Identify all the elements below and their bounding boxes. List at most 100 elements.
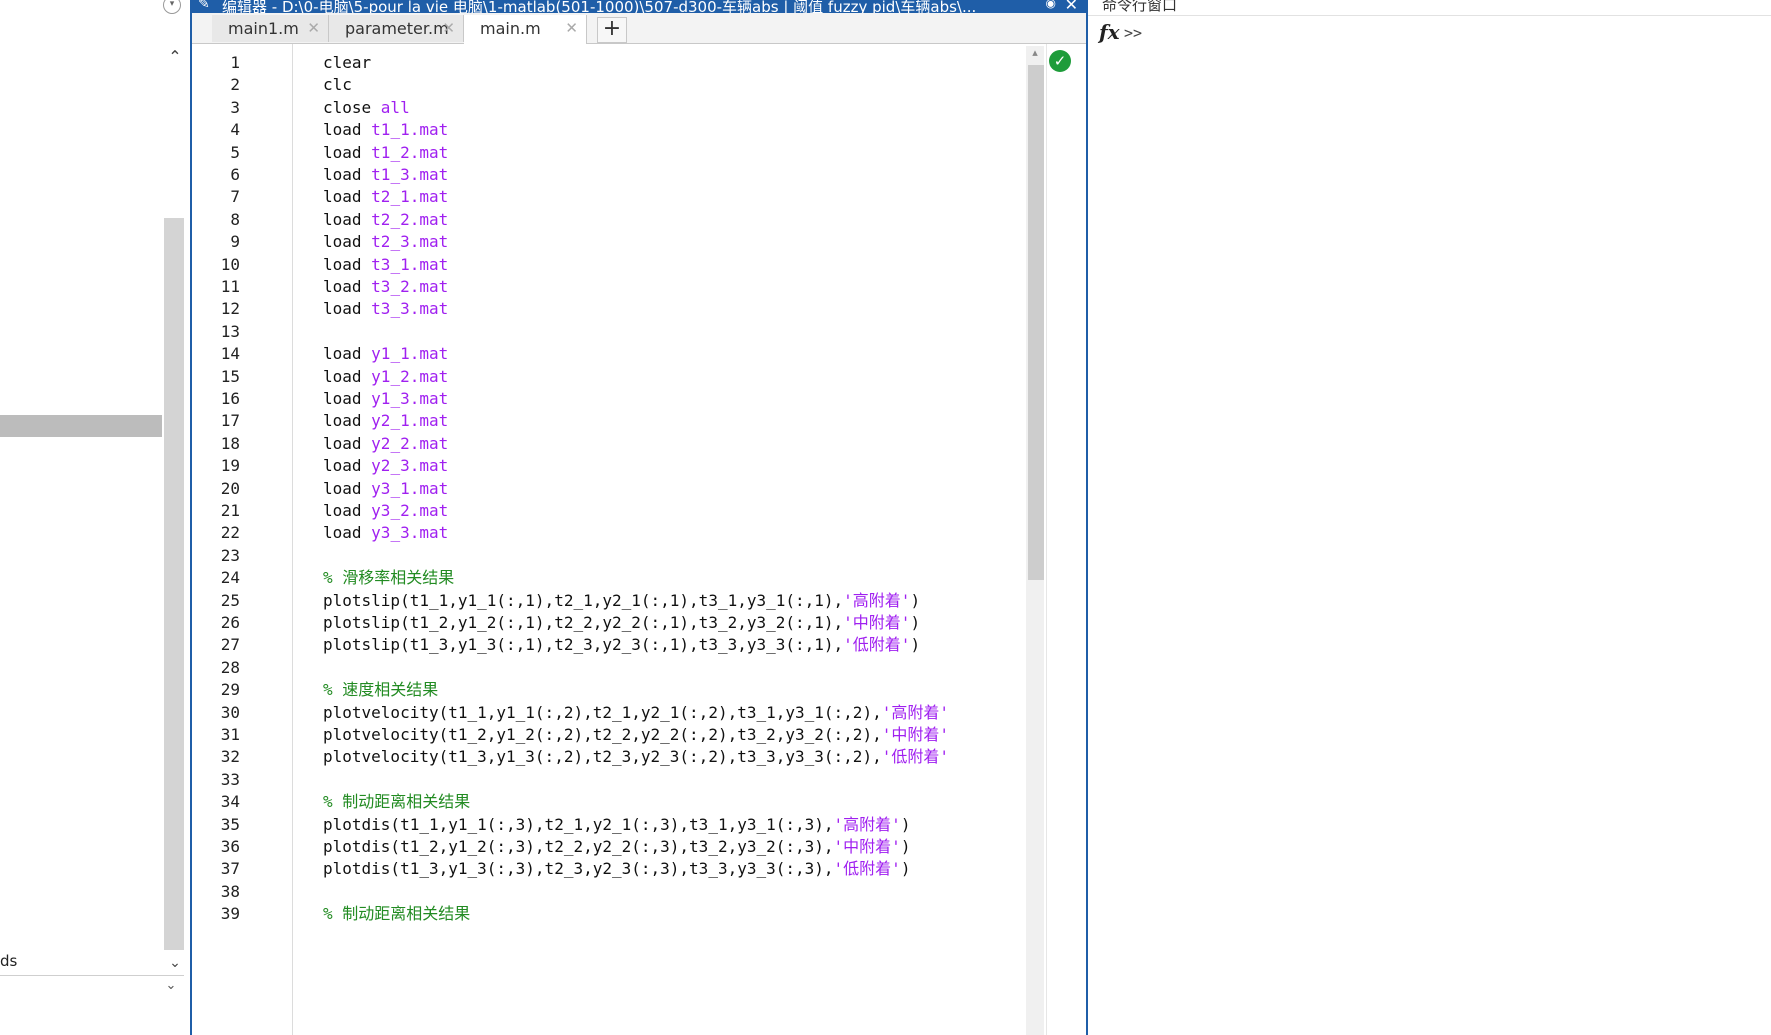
code-line[interactable]: plotdis(t1_1,y1_1(:,3),t2_1,y2_1(:,3),t3… <box>323 812 910 837</box>
tab-close-icon[interactable]: ✕ <box>565 15 578 42</box>
tab-close-icon[interactable]: ✕ <box>307 15 320 42</box>
code-line[interactable]: load t3_2.mat <box>323 274 448 299</box>
code-line[interactable]: load y1_1.mat <box>323 341 448 366</box>
code-line[interactable]: plotslip(t1_2,y1_2(:,1),t2_2,y2_2(:,1),t… <box>323 610 920 635</box>
line-number[interactable]: 13 <box>192 319 240 344</box>
line-number[interactable]: 30 <box>192 700 240 725</box>
line-number[interactable]: 32 <box>192 744 240 769</box>
line-number[interactable]: 39 <box>192 901 240 926</box>
line-number[interactable]: 3 <box>192 95 240 120</box>
line-number[interactable]: 18 <box>192 431 240 456</box>
code-line[interactable]: plotslip(t1_3,y1_3(:,1),t2_3,y2_3(:,1),t… <box>323 632 920 657</box>
line-number[interactable]: 37 <box>192 856 240 881</box>
line-number[interactable]: 8 <box>192 207 240 232</box>
code-line[interactable]: load t1_1.mat <box>323 117 448 142</box>
line-number[interactable]: 6 <box>192 162 240 187</box>
code-line[interactable]: clc <box>323 72 352 97</box>
line-number[interactable]: 9 <box>192 229 240 254</box>
code-line[interactable]: load t2_1.mat <box>323 184 448 209</box>
panel-options-icon[interactable]: ▾ <box>163 0 181 14</box>
code-line[interactable]: load y3_1.mat <box>323 476 448 501</box>
code-line[interactable]: close all <box>323 95 410 120</box>
code-token: load <box>323 344 372 364</box>
line-number[interactable]: 29 <box>192 677 240 702</box>
code-line[interactable]: % 速度相关结果 <box>323 677 438 702</box>
line-number[interactable]: 28 <box>192 655 240 680</box>
code-line[interactable]: load y3_3.mat <box>323 520 448 545</box>
command-prompt[interactable]: >> <box>1124 24 1142 42</box>
code-line[interactable]: load y1_3.mat <box>323 386 448 411</box>
line-number[interactable]: 31 <box>192 722 240 747</box>
line-number[interactable]: 2 <box>192 72 240 97</box>
code-line[interactable]: plotvelocity(t1_2,y1_2(:,2),t2_2,y2_2(:,… <box>323 722 949 747</box>
line-number[interactable]: 36 <box>192 834 240 859</box>
command-window: 命令行窗口 fx >> <box>1088 0 1771 1035</box>
code-line[interactable]: load t3_1.mat <box>323 252 448 277</box>
line-number[interactable]: 22 <box>192 520 240 545</box>
code-line[interactable]: % 滑移率相关结果 <box>323 565 454 590</box>
code-line[interactable]: plotdis(t1_3,y1_3(:,3),t2_3,y2_3(:,3),t3… <box>323 856 910 881</box>
line-number[interactable]: 1 <box>192 50 240 75</box>
code-line[interactable]: clear <box>323 50 371 75</box>
fx-icon[interactable]: fx <box>1099 20 1120 44</box>
line-number[interactable]: 35 <box>192 812 240 837</box>
chevron-down-icon[interactable]: ⌄ <box>162 978 180 998</box>
left-panel-bottom-label: ds <box>0 952 18 970</box>
line-number[interactable]: 26 <box>192 610 240 635</box>
editor-scroll-thumb[interactable] <box>1028 65 1044 580</box>
line-number[interactable]: 21 <box>192 498 240 523</box>
line-number[interactable]: 27 <box>192 632 240 657</box>
code-line[interactable]: load t3_3.mat <box>323 296 448 321</box>
line-number[interactable]: 12 <box>192 296 240 321</box>
line-number[interactable]: 25 <box>192 588 240 613</box>
undock-icon[interactable]: ◉ <box>1046 0 1056 10</box>
line-number[interactable]: 5 <box>192 140 240 165</box>
close-icon[interactable]: ✕ <box>1065 0 1078 13</box>
line-number[interactable]: 33 <box>192 767 240 792</box>
code-line[interactable]: load y3_2.mat <box>323 498 448 523</box>
line-number[interactable]: 38 <box>192 879 240 904</box>
code-line[interactable]: load t2_2.mat <box>323 207 448 232</box>
code-line[interactable]: plotvelocity(t1_1,y1_1(:,2),t2_1,y2_1(:,… <box>323 700 949 725</box>
line-number[interactable]: 34 <box>192 789 240 814</box>
line-number-gutter[interactable]: 1 2 3 4 5 6 7 8 9 10 11 12 13 14 15 16 17 18 19 20 21 22 23 24 2… <box>192 44 293 1035</box>
left-scroll-up-arrow[interactable]: ⌃ <box>164 46 186 68</box>
code-line[interactable]: load y2_1.mat <box>323 408 448 433</box>
editor-scroll-up-arrow[interactable]: ▴ <box>1026 46 1044 62</box>
code-argument: y1_3.mat <box>371 389 449 408</box>
check-icon[interactable]: ✓ <box>1049 50 1071 72</box>
code-line[interactable]: load t1_2.mat <box>323 140 448 165</box>
code-line[interactable]: % 制动距离相关结果 <box>323 901 470 926</box>
tab-parameter[interactable]: parameter.m ✕ <box>329 15 464 42</box>
code-line[interactable]: plotslip(t1_1,y1_1(:,1),t2_1,y2_1(:,1),t… <box>323 588 920 613</box>
tab-main[interactable]: main.m ✕ <box>464 15 587 44</box>
tab-main1[interactable]: main1.m ✕ <box>212 15 329 42</box>
line-number[interactable]: 16 <box>192 386 240 411</box>
code-line[interactable]: load y2_3.mat <box>323 453 448 478</box>
add-tab-button[interactable]: + <box>597 17 627 43</box>
code-line[interactable]: % 制动距离相关结果 <box>323 789 470 814</box>
code-line[interactable]: load y2_2.mat <box>323 431 448 456</box>
left-scroll-down-arrow[interactable]: ⌄ <box>164 952 186 974</box>
code-line[interactable]: plotvelocity(t1_3,y1_3(:,2),t2_3,y2_3(:,… <box>323 744 949 769</box>
code-line[interactable]: load t2_3.mat <box>323 229 448 254</box>
line-number[interactable]: 7 <box>192 184 240 209</box>
line-number[interactable]: 24 <box>192 565 240 590</box>
tab-close-icon[interactable]: ✕ <box>442 15 455 42</box>
left-panel-selected-row[interactable] <box>0 415 162 437</box>
code-token: ) <box>910 613 921 632</box>
left-scrollbar[interactable] <box>164 218 184 950</box>
line-number[interactable]: 14 <box>192 341 240 366</box>
line-number[interactable]: 19 <box>192 453 240 478</box>
line-number[interactable]: 4 <box>192 117 240 142</box>
line-number[interactable]: 15 <box>192 364 240 389</box>
code-string: '高附着' <box>881 702 949 722</box>
line-number[interactable]: 10 <box>192 252 240 277</box>
code-line[interactable]: plotdis(t1_2,y1_2(:,3),t2_2,y2_2(:,3),t3… <box>323 834 910 859</box>
code-line[interactable]: load t1_3.mat <box>323 162 448 187</box>
line-number[interactable]: 20 <box>192 476 240 501</box>
line-number[interactable]: 11 <box>192 274 240 299</box>
code-line[interactable]: load y1_2.mat <box>323 364 448 389</box>
line-number[interactable]: 23 <box>192 543 240 568</box>
line-number[interactable]: 17 <box>192 408 240 433</box>
